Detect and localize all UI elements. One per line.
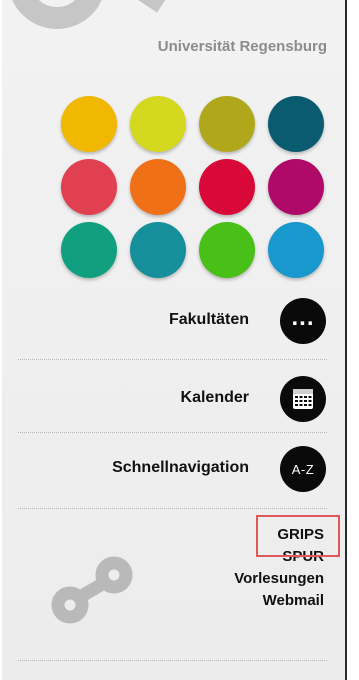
faculty-dot-12[interactable] bbox=[268, 222, 324, 278]
faculty-dot-1[interactable] bbox=[61, 96, 117, 152]
faculty-dot-7[interactable] bbox=[199, 159, 255, 215]
ellipsis-icon: ... bbox=[280, 298, 326, 344]
grips-highlight-box bbox=[256, 515, 340, 557]
ellipsis-glyph: ... bbox=[291, 304, 315, 331]
faculty-dot-8[interactable] bbox=[268, 159, 324, 215]
link-chain-icon bbox=[51, 556, 133, 624]
side-panel: Universität Regensburg Fakultäten ... Ka… bbox=[2, 0, 347, 680]
faculty-dot-11[interactable] bbox=[199, 222, 255, 278]
faculty-dot-5[interactable] bbox=[61, 159, 117, 215]
faculty-dot-6[interactable] bbox=[130, 159, 186, 215]
faculty-dot-3[interactable] bbox=[199, 96, 255, 152]
nav-schnellnavigation[interactable]: Schnellnavigation A-Z bbox=[2, 430, 345, 506]
divider bbox=[18, 660, 327, 661]
faculty-dot-2[interactable] bbox=[130, 96, 186, 152]
a-z-glyph: A-Z bbox=[291, 461, 315, 477]
link-webmail[interactable]: Webmail bbox=[234, 590, 324, 612]
faculty-dot-9[interactable] bbox=[61, 222, 117, 278]
link-vorlesungen[interactable]: Vorlesungen bbox=[234, 568, 324, 590]
faculty-dot-10[interactable] bbox=[130, 222, 186, 278]
university-logo-icon bbox=[12, 0, 166, 29]
nav-kalender[interactable]: Kalender bbox=[2, 360, 345, 436]
faculty-dot-4[interactable] bbox=[268, 96, 324, 152]
a-z-icon: A-Z bbox=[280, 446, 326, 492]
nav-fakultaeten-label: Fakultäten bbox=[168, 311, 249, 328]
university-name: Universität Regensburg bbox=[157, 38, 327, 55]
calendar-icon bbox=[280, 376, 326, 422]
nav-kalender-label: Kalender bbox=[180, 389, 249, 406]
nav-fakultaeten[interactable]: Fakultäten ... bbox=[2, 282, 345, 358]
divider bbox=[18, 508, 327, 509]
nav-schnellnavigation-label: Schnellnavigation bbox=[112, 459, 249, 476]
